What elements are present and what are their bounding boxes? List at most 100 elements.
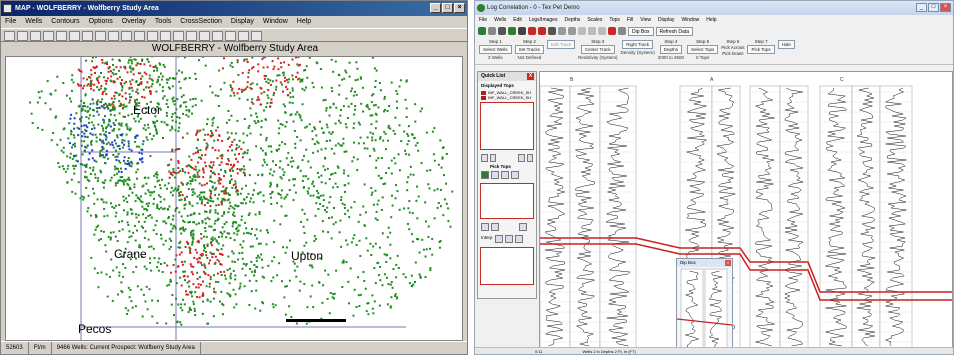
well-symbol[interactable] <box>164 239 167 242</box>
well-symbol[interactable] <box>214 194 217 197</box>
well-symbol[interactable] <box>284 111 287 114</box>
well-symbol[interactable] <box>427 225 430 228</box>
well-symbol[interactable] <box>83 132 86 135</box>
well-symbol[interactable] <box>128 230 131 233</box>
well-symbol[interactable] <box>316 150 319 153</box>
well-symbol[interactable] <box>46 80 49 83</box>
well-symbol[interactable] <box>138 244 141 246</box>
well-symbol[interactable] <box>168 237 171 240</box>
well-symbol[interactable] <box>288 78 291 81</box>
well-symbol[interactable] <box>311 182 314 185</box>
well-symbol[interactable] <box>390 281 393 283</box>
well-symbol[interactable] <box>269 79 272 82</box>
maximize-icon[interactable]: □ <box>928 3 939 12</box>
well-symbol[interactable] <box>193 310 196 312</box>
well-symbol[interactable] <box>150 191 153 194</box>
well-symbol[interactable] <box>180 232 183 235</box>
well-symbol[interactable] <box>134 140 137 143</box>
well-symbol[interactable] <box>231 225 234 228</box>
dip-box-header[interactable]: Dip Box × <box>677 259 732 267</box>
well-symbol[interactable] <box>377 199 380 202</box>
add-icon[interactable] <box>494 235 503 243</box>
well-symbol[interactable] <box>149 132 152 135</box>
well-symbol[interactable] <box>362 142 365 145</box>
well-symbol[interactable] <box>209 180 212 182</box>
well-symbol[interactable] <box>226 131 229 134</box>
well-symbol[interactable] <box>177 162 180 164</box>
well-symbol[interactable] <box>380 209 383 211</box>
well-symbol[interactable] <box>200 237 203 240</box>
well-symbol[interactable] <box>36 101 39 104</box>
well-symbol[interactable] <box>80 99 83 102</box>
well-symbol[interactable] <box>111 71 114 74</box>
well-symbol[interactable] <box>144 300 147 303</box>
well-symbol[interactable] <box>416 141 419 144</box>
well-symbol[interactable] <box>271 174 274 177</box>
well-symbol[interactable] <box>58 165 61 168</box>
well-symbol[interactable] <box>107 157 110 160</box>
well-symbol[interactable] <box>242 141 245 144</box>
well-symbol[interactable] <box>100 72 102 74</box>
well-symbol[interactable] <box>188 280 191 283</box>
well-symbol[interactable] <box>250 232 252 235</box>
well-symbol[interactable] <box>158 83 161 86</box>
well-symbol[interactable] <box>227 110 230 112</box>
well-symbol[interactable] <box>136 88 139 91</box>
well-symbol[interactable] <box>128 296 131 299</box>
well-symbol[interactable] <box>95 77 98 80</box>
well-symbol[interactable] <box>129 80 132 83</box>
well-symbol[interactable] <box>121 84 124 87</box>
well-symbol[interactable] <box>231 186 234 189</box>
well-symbol[interactable] <box>110 97 113 100</box>
well-symbol[interactable] <box>229 205 232 207</box>
well-symbol[interactable] <box>379 136 382 139</box>
well-symbol[interactable] <box>218 193 220 196</box>
well-symbol[interactable] <box>318 281 321 284</box>
well-symbol[interactable] <box>174 270 177 273</box>
well-symbol[interactable] <box>214 149 217 152</box>
well-symbol[interactable] <box>123 65 126 68</box>
well-symbol[interactable] <box>231 87 234 90</box>
well-symbol[interactable] <box>425 248 428 251</box>
well-symbol[interactable] <box>69 156 72 159</box>
well-symbol[interactable] <box>255 237 258 240</box>
well-symbol[interactable] <box>126 178 129 181</box>
well-symbol[interactable] <box>240 88 243 91</box>
well-symbol[interactable] <box>90 87 93 90</box>
well-symbol[interactable] <box>227 192 230 195</box>
well-symbol[interactable] <box>280 189 283 192</box>
well-symbol[interactable] <box>182 94 185 97</box>
well-symbol[interactable] <box>179 170 182 172</box>
well-symbol[interactable] <box>367 302 370 305</box>
well-symbol[interactable] <box>293 129 296 132</box>
well-symbol[interactable] <box>224 274 226 277</box>
well-symbol[interactable] <box>421 238 424 241</box>
well-symbol[interactable] <box>202 171 205 174</box>
well-symbol[interactable] <box>177 148 180 150</box>
well-symbol[interactable] <box>100 271 103 274</box>
well-symbol[interactable] <box>171 148 174 151</box>
well-symbol[interactable] <box>177 265 180 268</box>
well-symbol[interactable] <box>181 183 184 186</box>
well-symbol[interactable] <box>270 101 273 104</box>
well-symbol[interactable] <box>62 151 65 154</box>
well-symbol[interactable] <box>70 178 73 181</box>
well-symbol[interactable] <box>302 186 305 189</box>
well-symbol[interactable] <box>196 176 199 179</box>
well-symbol[interactable] <box>339 144 342 147</box>
well-symbol[interactable] <box>326 126 329 129</box>
well-symbol[interactable] <box>175 120 177 123</box>
well-symbol[interactable] <box>159 200 162 203</box>
well-symbol[interactable] <box>217 149 220 152</box>
well-symbol[interactable] <box>73 142 76 145</box>
go-icon[interactable] <box>478 27 486 35</box>
well-symbol[interactable] <box>343 150 346 153</box>
well-symbol[interactable] <box>189 176 192 179</box>
well-symbol[interactable] <box>276 149 278 152</box>
well-symbol[interactable] <box>371 294 374 297</box>
well-symbol[interactable] <box>334 172 337 174</box>
well-symbol[interactable] <box>240 168 243 171</box>
well-symbol[interactable] <box>235 143 238 146</box>
well-symbol[interactable] <box>160 72 162 75</box>
well-symbol[interactable] <box>30 112 33 115</box>
